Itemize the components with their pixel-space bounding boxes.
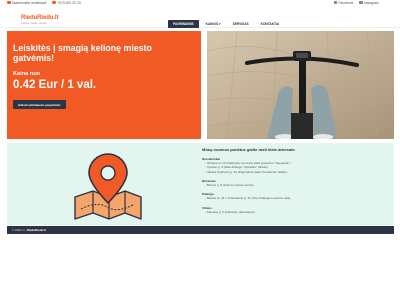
- footer-brand: RieduRiedu.lt: [26, 228, 47, 233]
- hero-promo: Leiskitės į smagią kelionę miesto gatvėm…: [7, 31, 201, 139]
- nav-menu: PAGRINDINIS KAINOS ▾ SERVISAS KONTAKTAI: [168, 20, 284, 29]
- chevron-down-icon: ▾: [218, 22, 221, 27]
- phone-text: +370 620 22 33: [57, 0, 81, 5]
- scooter-photo: [207, 31, 394, 139]
- nav-item-home[interactable]: PAGRINDINIS: [168, 20, 199, 29]
- phone-icon: [52, 0, 57, 5]
- phone-contact[interactable]: +370 620 22 33: [52, 0, 81, 5]
- nav-item-contacts[interactable]: KONTAKTAI: [256, 20, 284, 28]
- hero-section: Leiskitės į smagią kelionę miesto gatvėm…: [7, 31, 394, 139]
- nav-item-prices[interactable]: KAINOS ▾: [201, 20, 226, 28]
- instagram-icon: [359, 0, 363, 5]
- social-links: Facebook Instagram: [333, 0, 379, 5]
- footer-copyright: © 2022 m.: [12, 228, 27, 233]
- facebook-link[interactable]: Facebook: [333, 0, 354, 5]
- price-value: 0.42 Eur / 1 val.: [13, 79, 97, 91]
- scooter-photo-illustration: [207, 31, 394, 139]
- logo-text: RieduRiedu.lt: [21, 15, 59, 21]
- instagram-link[interactable]: Instagram: [359, 1, 379, 5]
- map-pin-icon: [74, 153, 142, 220]
- envelope-icon: [7, 0, 11, 5]
- price-label: Kaina nuo: [13, 71, 41, 77]
- facebook-label: Facebook: [338, 0, 354, 5]
- facebook-icon: [333, 0, 338, 5]
- site-logo[interactable]: RieduRiedu.lt Lankyk, riedek, atrask: [21, 15, 58, 25]
- footer: © 2022 m. RieduRiedu.lt: [7, 226, 394, 234]
- nav-item-prices-label: KAINOS: [205, 22, 219, 27]
- email-contact[interactable]: Skambinkite nedelsiant: [7, 1, 46, 5]
- address-line: - Birutės g. 8 (Kurorto miesto centre): [205, 183, 254, 188]
- nav-item-service[interactable]: SERVISAS: [228, 20, 254, 28]
- main-navbar: RieduRiedu.lt Lankyk, riedek, atrask PAG…: [0, 6, 400, 29]
- locations-list: Druskininkai - Vilniaus al. 14 (Galimybė…: [202, 155, 392, 214]
- logo-tagline: Lankyk, riedek, atrask: [21, 22, 47, 25]
- hero-headline: Leiskitės į smagią kelionę miesto gatvėm…: [13, 43, 152, 63]
- address-line: - Kamanų g. 5 (Kalvarijų mikrorajone): [205, 209, 255, 214]
- locations-section: Mūsų nuomos punktus galite rasti šiais a…: [7, 143, 394, 225]
- address-line: - Birutės al. 34 ir S.Daukanto g. 34 (Ti…: [205, 196, 291, 201]
- instagram-label: Instagram: [363, 0, 379, 5]
- contact-info: Skambinkite nedelsiant +370 620 22 33: [7, 1, 81, 5]
- email-text: Skambinkite nedelsiant: [11, 0, 47, 5]
- locations-title: Mūsų nuomos punktus galite rasti šiais a…: [202, 147, 296, 152]
- find-scooter-button[interactable]: Ieškoti artimiausio paspirtuko: [13, 100, 66, 110]
- address-line: - Vasarė Ciurlionio g. 60 (Pagrindinis š…: [205, 169, 287, 174]
